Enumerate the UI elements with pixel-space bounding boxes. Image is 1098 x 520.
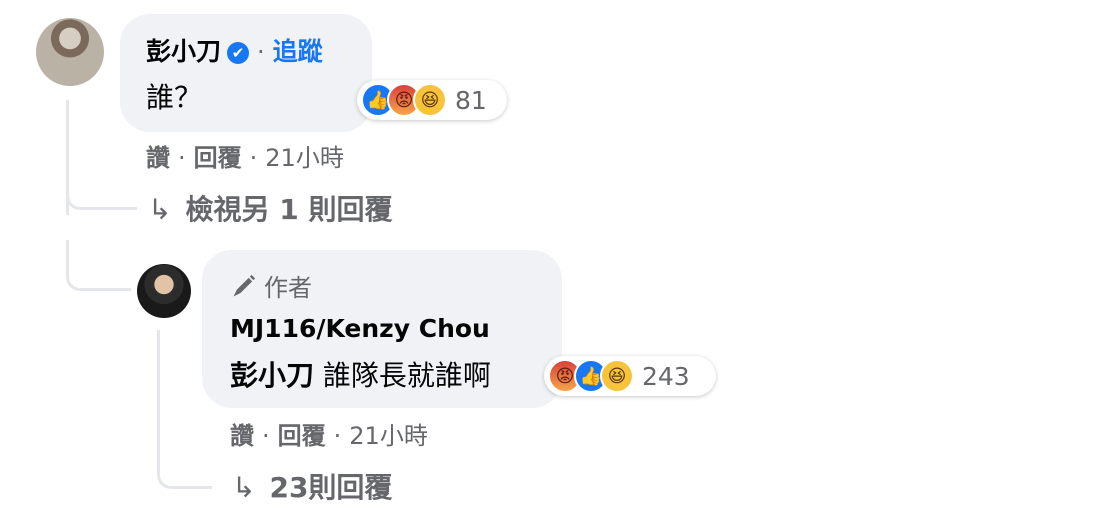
reply-button[interactable]: 回覆 bbox=[194, 144, 242, 172]
haha-reaction-icon: 😆 bbox=[600, 359, 634, 393]
separator: · bbox=[249, 144, 258, 172]
view-more-replies-button[interactable]: ↳ 檢視另 1 則回覆 bbox=[148, 188, 392, 228]
reaction-count: 243 bbox=[642, 361, 690, 391]
comment-bubble: 彭小刀 ✔ · 追蹤 誰？ bbox=[120, 14, 372, 132]
comment-text: 誰？ bbox=[146, 81, 203, 114]
timestamp[interactable]: 21小時 bbox=[349, 422, 428, 450]
comment-bubble: 作者 MJ116/Kenzy Chou 彭小刀 誰隊長就誰啊 bbox=[202, 250, 562, 408]
thread-connector bbox=[66, 155, 137, 210]
reactions-summary[interactable]: 😡 👍 😆 243 bbox=[544, 356, 716, 396]
follow-button[interactable]: 追蹤 bbox=[273, 37, 323, 66]
mention-link[interactable]: 彭小刀 bbox=[230, 359, 314, 392]
author-badge: 作者 bbox=[230, 268, 312, 303]
separator: · bbox=[257, 38, 265, 66]
reply-arrow-icon: ↳ bbox=[232, 471, 256, 504]
pen-icon bbox=[233, 274, 256, 297]
comment-actions: 讚 · 回覆 · 21小時 bbox=[230, 416, 428, 451]
like-button[interactable]: 讚 bbox=[230, 422, 254, 450]
comment-text: 彭小刀 誰隊長就誰啊 bbox=[230, 354, 491, 394]
separator: · bbox=[178, 144, 186, 172]
view-more-replies-button[interactable]: ↳ 23則回覆 bbox=[232, 466, 392, 506]
separator: · bbox=[262, 422, 270, 450]
like-button[interactable]: 讚 bbox=[146, 144, 170, 172]
reactions-summary[interactable]: 👍 😡 😆 81 bbox=[357, 80, 507, 120]
view-more-replies-label: 檢視另 1 則回覆 bbox=[185, 193, 393, 226]
separator: · bbox=[333, 422, 342, 450]
comment-actions: 讚 · 回覆 · 21小時 bbox=[146, 138, 344, 173]
thread-connector bbox=[66, 240, 131, 291]
author-badge-label: 作者 bbox=[264, 274, 312, 302]
reply-button[interactable]: 回覆 bbox=[278, 422, 326, 450]
reply-arrow-icon: ↳ bbox=[148, 193, 172, 226]
author-name[interactable]: 彭小刀 bbox=[146, 37, 221, 66]
haha-reaction-icon: 😆 bbox=[413, 83, 447, 117]
verified-badge-icon: ✔ bbox=[227, 42, 250, 64]
author-name[interactable]: MJ116/Kenzy Chou bbox=[230, 314, 490, 343]
comment-body: 誰隊長就誰啊 bbox=[322, 359, 491, 392]
view-more-replies-label: 23則回覆 bbox=[269, 471, 393, 504]
avatar[interactable] bbox=[36, 18, 104, 86]
comment-header: 彭小刀 ✔ · 追蹤 bbox=[146, 32, 323, 68]
timestamp[interactable]: 21小時 bbox=[265, 144, 344, 172]
reaction-count: 81 bbox=[455, 85, 487, 115]
avatar[interactable] bbox=[137, 264, 191, 318]
